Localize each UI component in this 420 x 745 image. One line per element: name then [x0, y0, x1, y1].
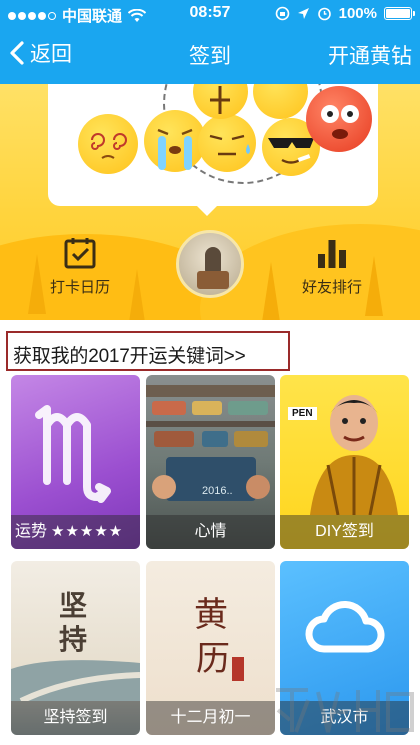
- road-illustration: [11, 660, 140, 701]
- alarm-icon: [317, 7, 331, 21]
- crying-emoji-icon: [144, 110, 206, 172]
- checkin-calendar-label: 打卡日历: [50, 279, 111, 296]
- status-bar: 中国联通 08:57 100%: [0, 0, 420, 26]
- lunar-art-text-2: 历: [196, 639, 230, 679]
- checkin-calendar-button[interactable]: 打卡日历: [50, 236, 110, 297]
- dizzy-emoji-icon: [78, 114, 138, 174]
- cloud-icon: [305, 600, 385, 653]
- fortune-rating-stars: ★★★★★: [51, 523, 124, 540]
- status-right: 100%: [275, 5, 415, 22]
- avatar-suitcase: [197, 271, 229, 289]
- lunar-art-text-1: 黄: [194, 595, 228, 635]
- tile-persist-caption: 坚持签到: [11, 701, 140, 735]
- tile-mood-caption: 心情: [146, 515, 275, 549]
- tile-weather[interactable]: 武汉市: [280, 561, 409, 735]
- emoji-card: [48, 84, 378, 216]
- tile-lunar-caption: 十二月初一: [146, 701, 275, 735]
- back-button[interactable]: 返回: [8, 38, 72, 68]
- bar-chart-icon: [318, 240, 346, 268]
- mood-photo-text: 2016..: [202, 485, 233, 497]
- persist-art-text: 坚持: [59, 589, 88, 656]
- red-seal-stamp: [232, 657, 244, 681]
- keyword-link-text: 获取我的2017开运关键词>>: [13, 346, 246, 367]
- location-icon: [297, 8, 309, 19]
- top-bar: 中国联通 08:57 100% 返回 签到 开通黄钻: [0, 0, 420, 84]
- battery-percent: 100%: [338, 5, 377, 22]
- scorpio-icon: [35, 405, 111, 503]
- nav-bar: 返回 签到 开通黄钻: [0, 26, 420, 84]
- open-yellow-diamond-button[interactable]: 开通黄钻: [328, 40, 412, 70]
- rotation-lock-icon: [275, 6, 289, 21]
- angry-emoji-icon: [306, 86, 372, 152]
- friends-ranking-label: 好友排行: [302, 279, 363, 296]
- tile-fortune-caption: 运势 ★★★★★: [11, 515, 140, 549]
- sweat-emoji-icon: [198, 114, 256, 172]
- back-label: 返回: [30, 43, 72, 66]
- avatar[interactable]: [176, 230, 244, 298]
- checkin-banner: 打卡日历 好友排行: [0, 84, 420, 320]
- plus-emoji-icon: [193, 84, 248, 119]
- friends-ranking-button[interactable]: 好友排行: [302, 236, 362, 297]
- banner-tree: [128, 269, 146, 320]
- new-year-keyword-link[interactable]: 获取我的2017开运关键词>>: [6, 331, 290, 371]
- banner-tree: [28, 254, 46, 314]
- tile-lunar[interactable]: 黄 历 十二月初一: [146, 561, 275, 735]
- avatar-person: [205, 247, 221, 273]
- tile-persist[interactable]: 坚持 坚持签到: [11, 561, 140, 735]
- tile-weather-caption: 武汉市: [280, 701, 409, 735]
- tile-mood[interactable]: 2016.. 心情: [146, 375, 275, 549]
- tile-diy-caption: DIY签到: [280, 515, 409, 549]
- calendar-check-icon: [64, 238, 96, 269]
- tile-fortune-label: 运势: [15, 523, 48, 540]
- banner-tree: [365, 256, 383, 316]
- tile-diy[interactable]: PEN DIY签到: [280, 375, 409, 549]
- chevron-left-icon: [10, 41, 24, 65]
- battery-icon: [384, 7, 415, 20]
- banner-tree: [262, 262, 280, 320]
- tile-fortune[interactable]: 运势 ★★★★★: [11, 375, 140, 549]
- person-illustration: [310, 395, 398, 515]
